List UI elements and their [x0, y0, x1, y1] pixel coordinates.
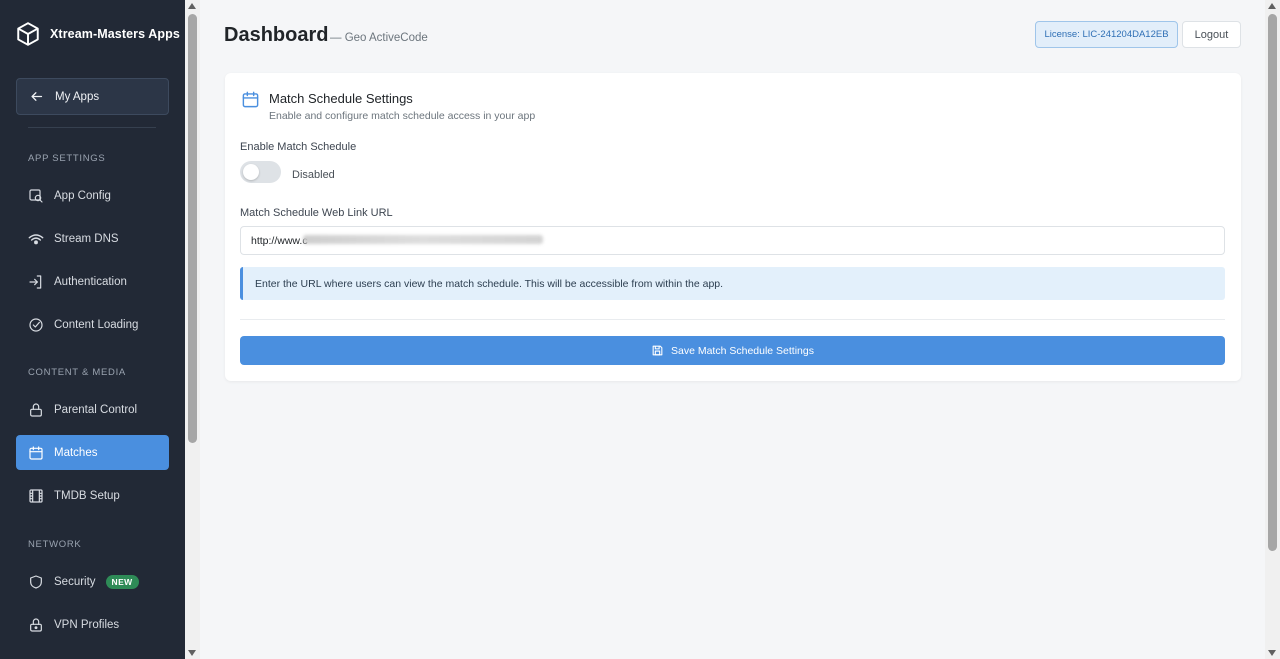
sidebar-item-label: Security [54, 575, 96, 588]
sidebar-item-label: Content Loading [54, 318, 139, 331]
search-config-icon [29, 188, 43, 203]
lock-keyhole-icon [30, 617, 42, 632]
my-apps-label: My Apps [55, 90, 100, 103]
url-label: Match Schedule Web Link URL [240, 207, 393, 219]
section-network: NETWORK [28, 539, 82, 550]
brand[interactable]: Xtream-Masters Apps [0, 0, 185, 68]
cube-logo-icon [17, 22, 39, 46]
save-icon [652, 345, 663, 356]
redacted-url-blur [303, 235, 543, 244]
sidebar-item-app-config[interactable]: App Config [16, 178, 169, 213]
sidebar-item-tmdb-setup[interactable]: TMDB Setup [16, 478, 169, 513]
sidebar-scrollbar-thumb[interactable] [188, 14, 197, 443]
license-badge[interactable]: License: LIC-241204DA12EB [1035, 21, 1178, 48]
sidebar-item-security[interactable]: Security NEW [16, 564, 169, 599]
sidebar-item-label: Parental Control [54, 403, 138, 416]
calendar-icon [29, 445, 43, 460]
check-circle-icon [29, 317, 43, 332]
sidebar-item-content-loading[interactable]: Content Loading [16, 307, 169, 342]
brand-title: Xtream-Masters Apps [50, 27, 180, 41]
my-apps-button[interactable]: My Apps [16, 78, 169, 115]
lock-icon [30, 402, 42, 417]
sidebar-item-label: VPN Profiles [54, 618, 120, 631]
arrow-left-icon [31, 92, 43, 101]
film-icon [29, 488, 43, 503]
calendar-icon [242, 91, 259, 108]
sidebar-item-label: TMDB Setup [54, 489, 120, 502]
scroll-up-arrow[interactable] [1268, 3, 1276, 9]
new-badge: NEW [105, 574, 139, 589]
sidebar-item-label: Authentication [54, 275, 127, 288]
save-button-label: Save Match Schedule Settings [670, 344, 814, 357]
match-schedule-card: Match Schedule Settings Enable and confi… [225, 73, 1241, 381]
sidebar-item-vpn-profiles[interactable]: VPN Profiles [16, 607, 169, 642]
sidebar-item-parental-control[interactable]: Parental Control [16, 392, 169, 427]
save-button[interactable]: Save Match Schedule Settings [240, 336, 1225, 365]
page-scrollbar[interactable] [1265, 0, 1280, 659]
card-description: Enable and configure match schedule acce… [269, 110, 536, 122]
sidebar-item-matches[interactable]: Matches [16, 435, 169, 470]
card-title: Match Schedule Settings [269, 91, 413, 106]
section-content-media: CONTENT & MEDIA [28, 367, 126, 378]
scroll-down-arrow[interactable] [188, 650, 196, 656]
scroll-up-arrow[interactable] [188, 3, 196, 9]
enable-match-schedule-toggle[interactable] [240, 161, 281, 183]
logout-button[interactable]: Logout [1182, 21, 1241, 48]
sidebar-item-stream-dns[interactable]: Stream DNS [16, 221, 169, 256]
card-divider [240, 319, 1225, 320]
sidebar-divider [28, 127, 156, 128]
sidebar-item-label: App Config [54, 189, 111, 202]
scroll-down-arrow[interactable] [1268, 650, 1276, 656]
info-alert: Enter the URL where users can view the m… [240, 267, 1225, 300]
page-title: Dashboard [224, 24, 329, 46]
login-icon [29, 274, 42, 289]
section-app-settings: APP SETTINGS [28, 153, 106, 164]
shield-icon [30, 574, 42, 589]
wifi-icon [28, 233, 44, 244]
sidebar-item-authentication[interactable]: Authentication [16, 264, 169, 299]
sidebar-item-label: Matches [54, 446, 98, 459]
enable-label: Enable Match Schedule [240, 141, 357, 153]
sidebar: Xtream-Masters Apps My Apps APP SETTINGS… [0, 0, 185, 659]
sidebar-item-label: Stream DNS [54, 232, 119, 245]
toggle-knob [243, 164, 259, 180]
page-scrollbar-thumb[interactable] [1268, 14, 1277, 551]
sidebar-scrollbar[interactable] [185, 0, 200, 659]
page-subtitle: — Geo ActiveCode [330, 32, 428, 44]
toggle-state-label: Disabled [292, 169, 335, 181]
